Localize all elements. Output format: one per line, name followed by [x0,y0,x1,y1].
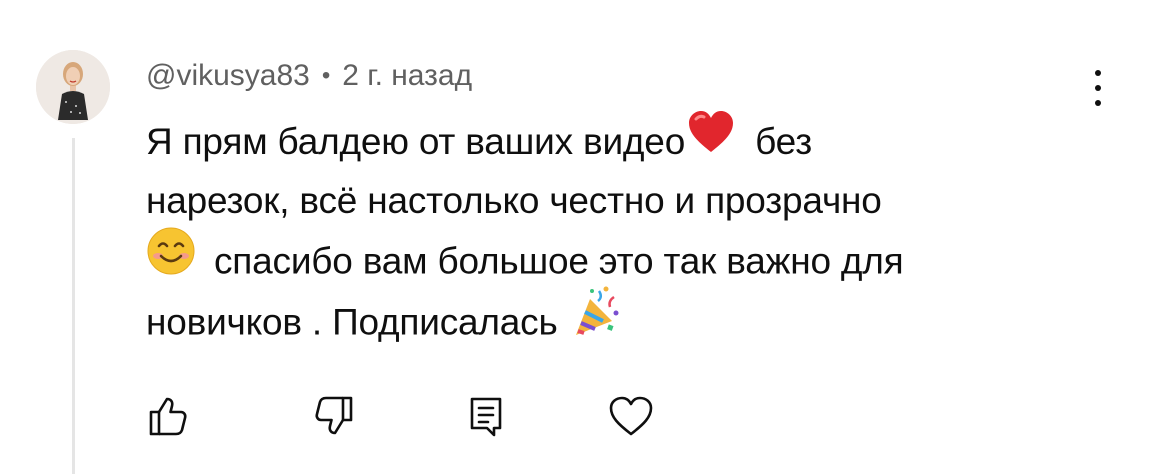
heart-emoji [687,110,735,171]
author-name[interactable]: @vikusya83 [146,59,310,93]
comment-timestamp[interactable]: 2 г. назад [342,59,472,93]
more-options-button[interactable] [1080,66,1116,110]
avatar-image [36,50,110,124]
like-button[interactable] [142,390,194,442]
heart-outline-icon [609,396,653,436]
comment-text-segment: спасибо вам большое это так важно для [214,240,904,282]
smiling-face-emoji [146,226,196,293]
party-popper-emoji [570,285,624,356]
comment-text-segment: нарезок, всё настолько честно и прозрачн… [146,180,882,221]
reply-button[interactable] [460,390,512,442]
heart-button[interactable] [605,390,657,442]
reply-thread-line [72,138,75,474]
comment-line: спасибо вам большое это так важно для [146,227,1066,289]
comment-text-segment: без [755,121,812,162]
more-vertical-icon [1095,70,1101,76]
comment-meta: @vikusya83 • 2 г. назад [146,54,472,98]
comment-text-segment: Я прям балдею от ваших видео [146,121,686,162]
thumbs-up-icon [149,397,187,436]
thumbs-down-icon [315,396,353,435]
comment-text-segment: новичков . Подписалась [146,301,558,343]
comment-line: новичков . Подписалась [146,286,1066,348]
avatar[interactable] [36,50,110,124]
comment-line: нарезок, всё настолько честно и прозрачн… [146,171,1066,230]
dislike-button[interactable] [308,390,360,442]
comment-line: Я прям балдею от ваших видео без [146,110,1066,171]
meta-separator: • [321,62,331,89]
reply-icon [470,397,502,437]
comment-text: Я прям балдею от ваших видео без нарезок,… [146,110,1066,348]
